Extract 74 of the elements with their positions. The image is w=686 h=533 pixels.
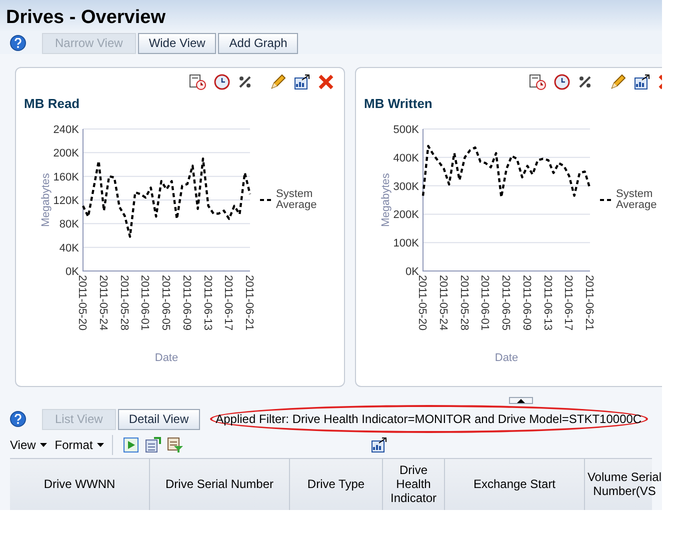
y-tick-label: 0K: [406, 266, 419, 278]
x-tick-label: 2011-05-24: [436, 274, 449, 330]
percent-icon[interactable]: [238, 75, 252, 90]
x-tick-label: 2011-06-01: [478, 274, 491, 330]
percent-icon[interactable]: [578, 75, 592, 90]
column-header[interactable]: Drive Serial Number: [150, 458, 290, 510]
chart-icon[interactable]: [634, 74, 650, 90]
y-tick-label: 500K: [393, 124, 419, 136]
x-tick-label: 2011-06-05: [160, 274, 172, 330]
y-tick-label: 300K: [393, 180, 419, 193]
menu-button[interactable]: Format: [54, 436, 104, 454]
filter-icon[interactable]: [166, 436, 183, 453]
column-header[interactable]: Drive Health Indicator: [383, 458, 445, 510]
x-tick-label: 2011-06-13: [541, 274, 554, 330]
y-tick-label: 100K: [393, 237, 419, 250]
splitter-handle[interactable]: [509, 397, 533, 404]
pencil-icon[interactable]: [270, 74, 286, 90]
y-tick-label: 120K: [53, 194, 79, 207]
calendar-clock-icon[interactable]: [189, 74, 206, 90]
x-tick-label: 2011-06-13: [201, 274, 214, 330]
x-tick-label: 2011-06-17: [562, 274, 574, 330]
x-tick-label: 2011-06-09: [520, 274, 532, 330]
x-tick-label: 2011-05-28: [458, 274, 470, 330]
caret-icon: [96, 442, 104, 447]
x-tick-label: 2011-06-09: [180, 274, 192, 330]
chart-title: MB Written: [364, 95, 432, 114]
pencil-icon[interactable]: [610, 74, 626, 90]
toolbar-button[interactable]: Add Graph: [218, 32, 298, 54]
clock-icon[interactable]: [554, 74, 570, 90]
y-axis-label: Megabytes: [380, 172, 392, 227]
applied-filter-label: Applied Filter: Drive Health Indicator=MONITOR and Drive Model=STKT10000C: [210, 405, 648, 434]
y-axis-label: Megabytes: [40, 172, 52, 227]
x-tick-label: 2011-06-05: [500, 274, 512, 330]
calendar-clock-icon[interactable]: [529, 74, 546, 90]
x-tick-label: 2011-05-24: [96, 274, 109, 330]
x-tick-label: 2011-05-28: [118, 274, 130, 330]
y-tick-label: 40K: [59, 242, 79, 254]
help-icon[interactable]: [10, 35, 26, 52]
menu-button[interactable]: View: [10, 436, 47, 454]
x-tick-label: 2011-05-20: [76, 274, 88, 330]
y-tick-label: 160K: [53, 171, 79, 184]
x-axis-label: Date: [494, 352, 518, 364]
page-title: Drives - Overview: [6, 6, 166, 30]
y-tick-label: 80K: [59, 218, 79, 230]
x-tick-label: 2011-06-21: [583, 274, 595, 330]
toolbar-button[interactable]: Wide View: [138, 32, 216, 54]
chart-icon[interactable]: [294, 74, 310, 90]
column-header[interactable]: Exchange Start: [445, 458, 585, 510]
legend-label: System Average: [276, 188, 317, 211]
run-icon[interactable]: [122, 436, 139, 453]
x-tick-label: 2011-06-17: [222, 274, 234, 330]
x-tick-label: 2011-06-21: [243, 274, 255, 330]
chart-title: MB Read: [24, 95, 80, 114]
y-tick-label: 200K: [53, 148, 79, 160]
close-icon[interactable]: [318, 74, 334, 90]
clock-icon[interactable]: [214, 74, 230, 90]
y-tick-label: 200K: [393, 209, 419, 222]
legend-label: System Average: [616, 188, 657, 211]
legend-swatch: [600, 198, 612, 201]
x-axis-label: Date: [154, 352, 178, 364]
export-icon[interactable]: [144, 436, 161, 453]
column-header[interactable]: Volume Serial Number(VS: [585, 458, 662, 510]
column-header[interactable]: Drive Type: [290, 458, 383, 510]
help-icon[interactable]: [10, 411, 26, 428]
y-tick-label: 240K: [53, 124, 79, 136]
toolbar-button[interactable]: Detail View: [118, 408, 200, 430]
y-tick-label: 0K: [66, 266, 79, 278]
column-header[interactable]: Drive WWNN: [10, 458, 150, 510]
caret-icon: [40, 442, 47, 447]
x-tick-label: 2011-06-01: [138, 274, 151, 330]
y-tick-label: 400K: [393, 152, 419, 164]
chart-icon[interactable]: [370, 436, 387, 453]
x-tick-label: 2011-05-20: [416, 274, 428, 330]
legend-swatch: [260, 198, 272, 201]
